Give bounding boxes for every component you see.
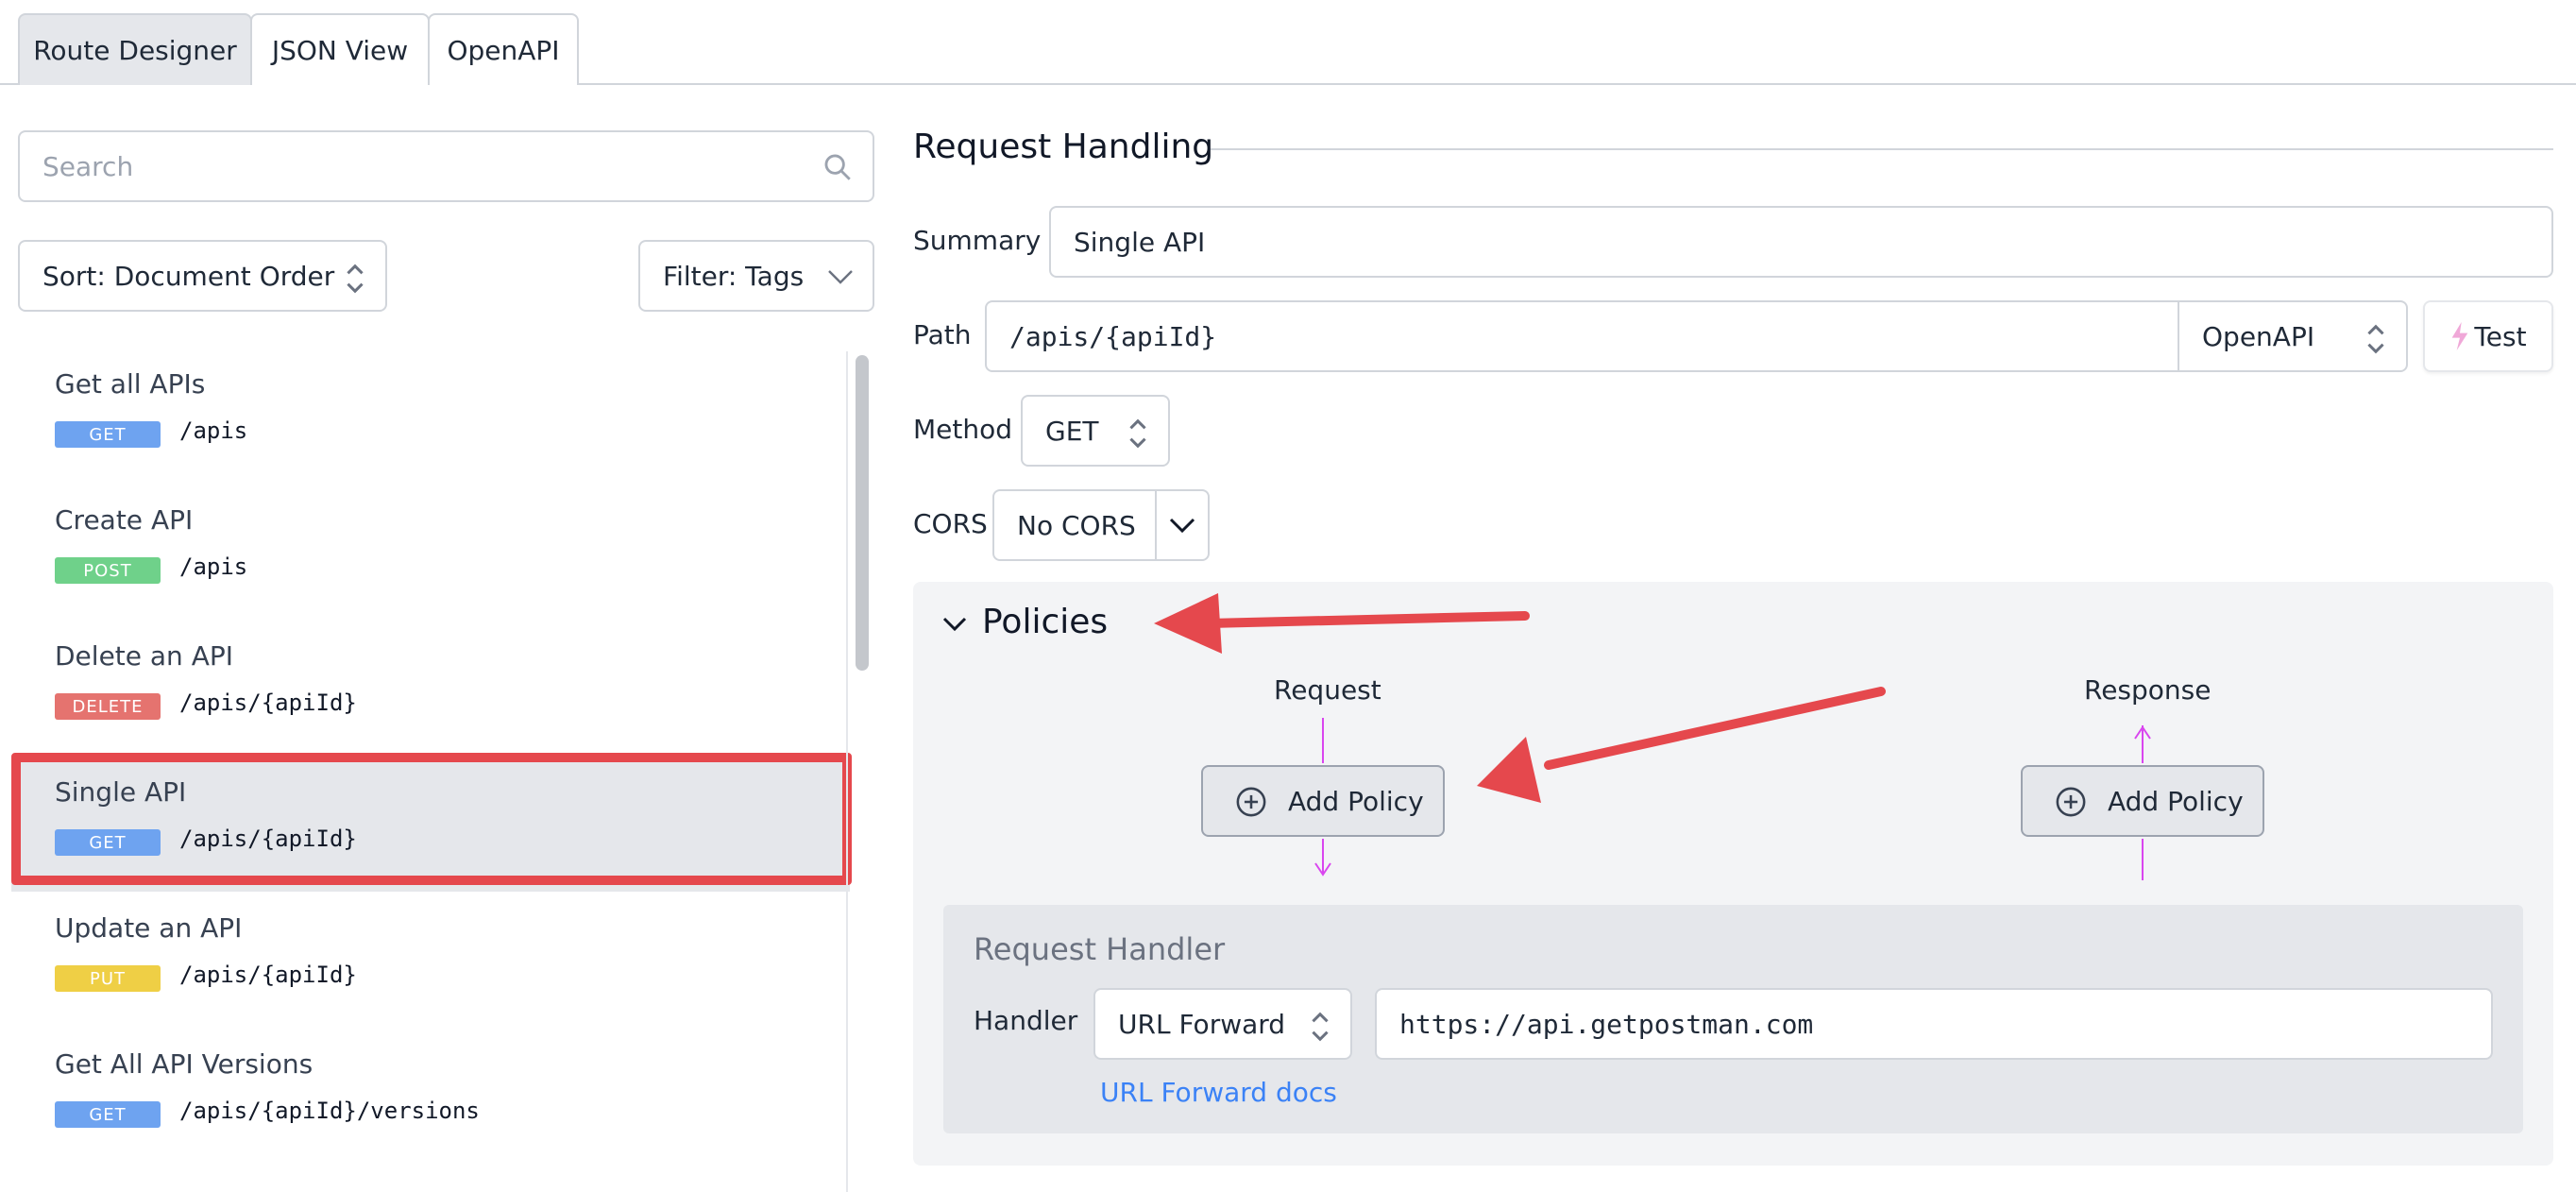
up-down-chevron-icon <box>1129 418 1146 449</box>
tab-json-view[interactable]: JSON View <box>250 13 430 85</box>
method-value: GET <box>1045 415 1099 447</box>
request-flow-label: Request <box>1274 674 1381 706</box>
chevron-down-icon <box>1169 518 1195 534</box>
filter-label: Filter: Tags <box>663 260 805 292</box>
sort-select[interactable]: Sort: Document Order <box>18 240 387 312</box>
response-flow-label: Response <box>2084 674 2212 706</box>
policies-title[interactable]: Policies <box>982 603 1108 641</box>
method-badge: POST <box>55 557 161 584</box>
route-title: Create API <box>55 504 194 536</box>
route-title: Get all APIs <box>55 368 206 400</box>
tab-route-designer[interactable]: Route Designer <box>18 13 252 85</box>
method-select[interactable]: GET <box>1021 395 1170 467</box>
handler-label: Handler <box>974 1005 1078 1036</box>
cors-label: CORS <box>913 508 988 539</box>
cors-select[interactable]: No CORS <box>992 489 1157 561</box>
request-handler-title: Request Handler <box>974 931 1226 967</box>
path-input[interactable]: /apis/{apiId} <box>985 300 2179 372</box>
section-title: Request Handling <box>913 128 1214 166</box>
plus-circle-icon <box>2056 787 2086 817</box>
method-badge: DELETE <box>55 693 161 720</box>
route-title: Update an API <box>55 912 243 944</box>
add-response-policy-button[interactable]: Add Policy <box>2021 765 2264 837</box>
test-label: Test <box>2474 320 2527 352</box>
cors-value: No CORS <box>1017 509 1136 541</box>
chevron-down-icon <box>828 270 853 284</box>
method-badge: GET <box>55 421 161 448</box>
path-source-value: OpenAPI <box>2202 320 2315 352</box>
route-path: /apis <box>179 417 248 444</box>
route-list-item[interactable]: Delete an API DELETE /apis/{apiId} <box>11 623 850 756</box>
handler-url-input[interactable]: https://api.getpostman.com <box>1375 988 2493 1060</box>
path-label: Path <box>913 319 972 350</box>
route-list-item[interactable]: Get all APIs GET /apis <box>11 351 850 484</box>
method-label: Method <box>913 414 1013 445</box>
up-down-chevron-icon <box>1312 1012 1329 1042</box>
sort-label: Sort: Document Order <box>42 260 335 292</box>
search-icon <box>824 154 851 180</box>
scrollbar-thumb[interactable] <box>856 355 869 671</box>
add-policy-label: Add Policy <box>2108 785 2244 817</box>
summary-label: Summary <box>913 225 1042 256</box>
section-divider <box>1211 148 2553 150</box>
up-down-chevron-icon <box>2367 324 2384 354</box>
add-policy-label: Add Policy <box>1288 785 1424 817</box>
test-button[interactable]: Test <box>2423 300 2553 372</box>
method-badge: GET <box>55 1101 161 1128</box>
handler-url-value: https://api.getpostman.com <box>1399 1008 1814 1040</box>
tab-bar: Route Designer JSON View OpenAPI <box>0 0 2576 85</box>
route-title: Get All API Versions <box>55 1048 314 1080</box>
route-title: Delete an API <box>55 640 233 672</box>
route-list-item[interactable]: Create API POST /apis <box>11 487 850 620</box>
plus-circle-icon <box>1236 787 1266 817</box>
cors-dropdown-button[interactable] <box>1155 489 1210 561</box>
path-source-select[interactable]: OpenAPI <box>2178 300 2408 372</box>
lightning-icon <box>2452 322 2468 350</box>
search-input[interactable]: Search <box>18 130 874 202</box>
handler-type-value: URL Forward <box>1118 1008 1286 1040</box>
route-path: /apis <box>179 553 248 580</box>
up-down-chevron-icon <box>347 264 364 294</box>
chevron-down-icon[interactable] <box>942 616 967 633</box>
handler-type-select[interactable]: URL Forward <box>1093 988 1352 1060</box>
route-list-item[interactable]: Get All API Versions GET /apis/{apiId}/v… <box>11 1031 850 1164</box>
method-badge: PUT <box>55 965 161 992</box>
route-path: /apis/{apiId} <box>179 962 357 988</box>
search-placeholder: Search <box>42 150 134 182</box>
summary-value: Single API <box>1074 226 1206 258</box>
route-path: /apis/{apiId} <box>179 690 357 716</box>
url-forward-docs-link[interactable]: URL Forward docs <box>1100 1077 1337 1108</box>
route-path: /apis/{apiId}/versions <box>179 1098 480 1124</box>
selected-route-highlight <box>11 753 852 885</box>
path-value: /apis/{apiId} <box>1009 320 1217 352</box>
summary-input[interactable]: Single API <box>1049 206 2553 278</box>
tab-openapi[interactable]: OpenAPI <box>428 13 579 85</box>
route-list-item[interactable]: Update an API PUT /apis/{apiId} <box>11 895 850 1028</box>
filter-tags-select[interactable]: Filter: Tags <box>638 240 874 312</box>
add-request-policy-button[interactable]: Add Policy <box>1201 765 1445 837</box>
